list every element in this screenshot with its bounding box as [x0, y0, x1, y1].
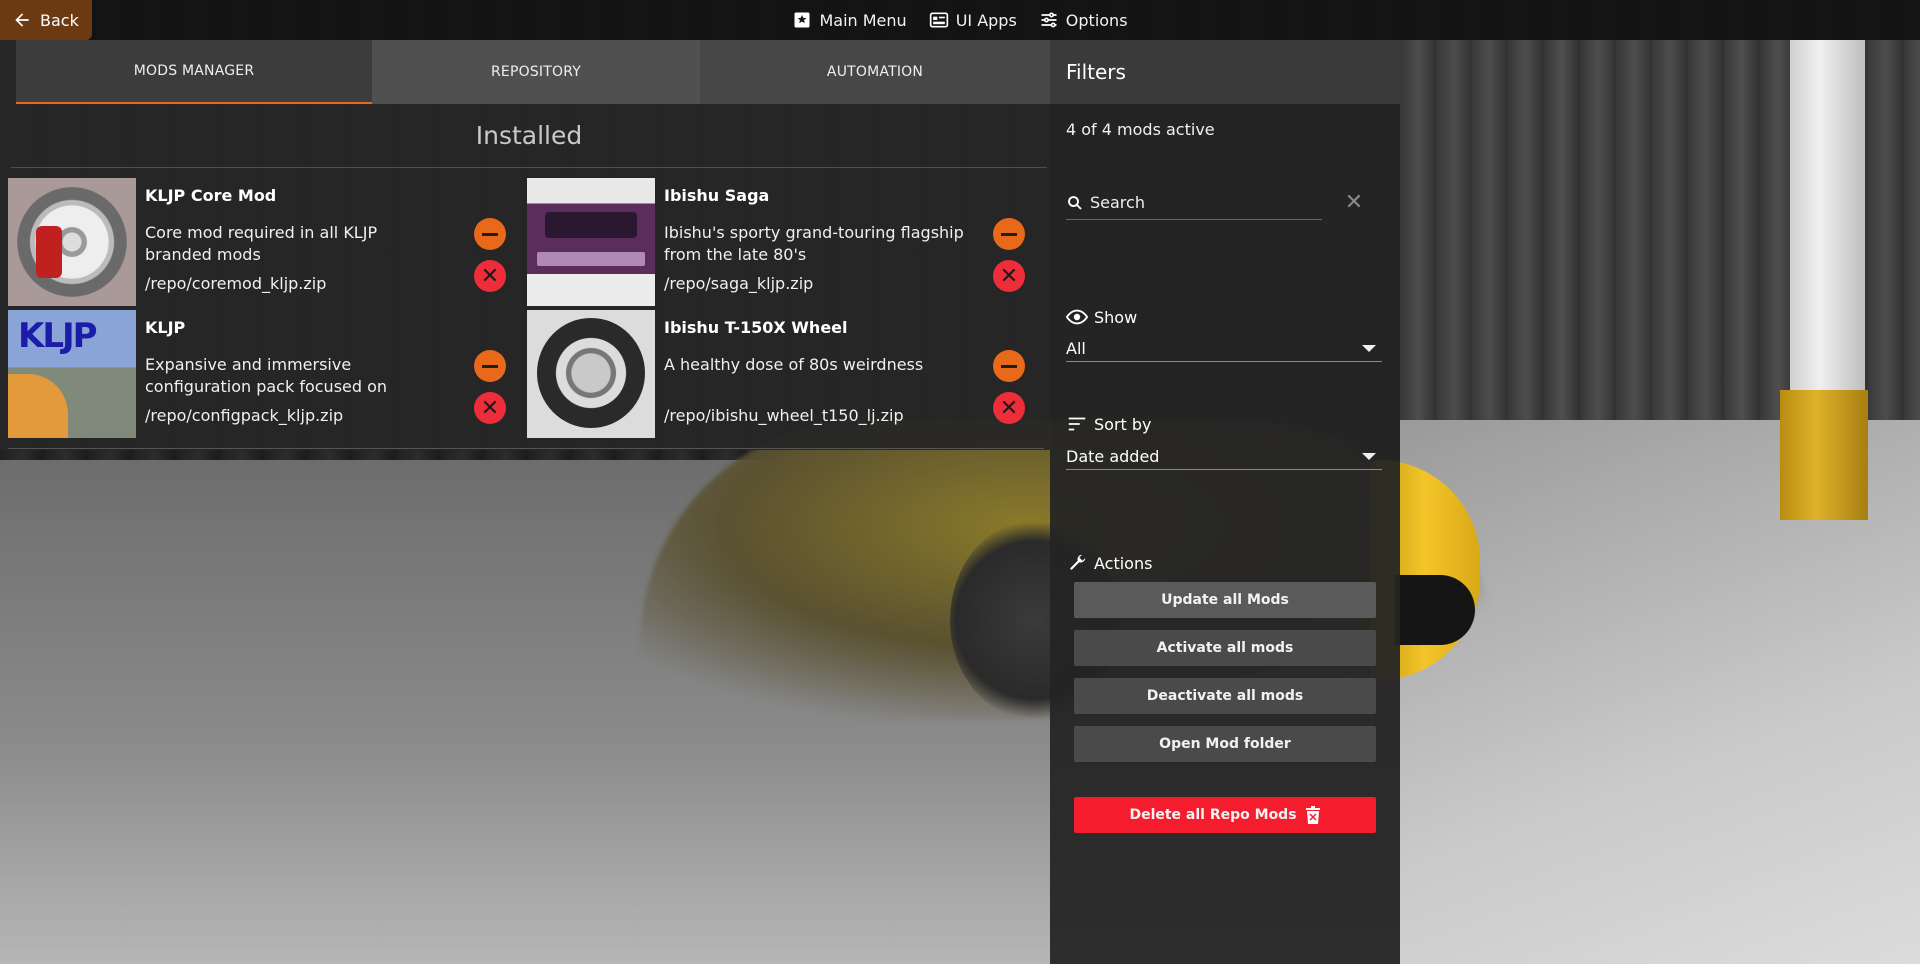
mod-thumbnail: [8, 178, 136, 306]
mod-name: KLJP Core Mod: [145, 186, 277, 205]
tab-mods-manager[interactable]: MODS MANAGER: [16, 40, 372, 104]
mod-thumbnail: [527, 310, 655, 438]
delete-mod-button[interactable]: ✕: [993, 260, 1025, 292]
minus-icon: [482, 364, 498, 368]
delete-mod-button[interactable]: ✕: [474, 392, 506, 424]
mod-description: A healthy dose of 80s weirdness: [664, 355, 924, 374]
filters-title: Filters: [1050, 40, 1400, 104]
delete-mod-button[interactable]: ✕: [474, 260, 506, 292]
eye-icon: [1066, 309, 1088, 325]
sort-label: Sort by: [1066, 413, 1152, 435]
mod-description: Core mod required in all KLJP branded mo…: [145, 223, 378, 264]
mod-info: KLJP Expansive and immersive configurati…: [136, 310, 524, 438]
deactivate-all-mods-button[interactable]: Deactivate all mods: [1074, 678, 1376, 714]
mod-info: KLJP Core Mod Core mod required in all K…: [136, 178, 524, 306]
ui-apps-icon: [929, 12, 948, 28]
options-button[interactable]: Options: [1039, 10, 1128, 30]
close-icon: ✕: [999, 395, 1019, 421]
mods-active-count: 4 of 4 mods active: [1066, 120, 1215, 139]
mod-info: Ibishu T-150X Wheel A healthy dose of 80…: [655, 310, 1043, 438]
deactivate-mod-button[interactable]: [474, 350, 506, 382]
section-title-text: Installed: [11, 104, 1047, 168]
mod-description: Expansive and immersive configuration pa…: [145, 355, 388, 396]
list-divider: [8, 448, 1044, 449]
mod-info: Ibishu Saga Ibishu's sporty grand-tourin…: [655, 178, 1043, 306]
clear-search-button[interactable]: ✕: [1342, 190, 1366, 215]
dropdown-caret-icon: [1362, 345, 1376, 352]
mod-thumbnail: [8, 310, 136, 438]
main-menu-icon: [794, 12, 810, 28]
deactivate-mod-button[interactable]: [993, 218, 1025, 250]
mod-name: KLJP: [145, 318, 186, 337]
search-icon: [1068, 195, 1082, 210]
deactivate-mod-button[interactable]: [993, 350, 1025, 382]
activate-all-mods-button[interactable]: Activate all mods: [1074, 630, 1376, 666]
sort-select[interactable]: Date added: [1066, 444, 1382, 470]
options-sliders-icon: [1041, 12, 1057, 28]
show-select-value: All: [1066, 339, 1086, 358]
trash-icon: [1305, 806, 1320, 824]
mod-card-ibishu-saga[interactable]: Ibishu Saga Ibishu's sporty grand-tourin…: [527, 178, 1043, 306]
actions-label: Actions: [1066, 552, 1152, 574]
minus-icon: [1001, 232, 1017, 236]
back-button[interactable]: Back: [0, 0, 92, 40]
minus-icon: [1001, 364, 1017, 368]
minus-icon: [482, 232, 498, 236]
garage-pillar-base: [1780, 390, 1868, 520]
ui-apps-label: UI Apps: [955, 10, 1017, 30]
delete-all-label: Delete all Repo Mods: [1129, 807, 1297, 823]
wrench-icon: [1070, 554, 1086, 570]
arrow-left-icon: [15, 13, 29, 27]
mods-panel: MODS MANAGER REPOSITORY AUTOMATION Insta…: [0, 40, 1050, 450]
deactivate-mod-button[interactable]: [474, 218, 506, 250]
delete-mod-button[interactable]: ✕: [993, 392, 1025, 424]
dropdown-caret-icon: [1362, 453, 1376, 460]
delete-all-repo-mods-button[interactable]: Delete all Repo Mods: [1074, 797, 1376, 833]
search-input[interactable]: Search: [1066, 186, 1322, 220]
mod-name: Ibishu T-150X Wheel: [664, 318, 848, 337]
mod-card-kljp-core[interactable]: KLJP Core Mod Core mod required in all K…: [8, 178, 524, 306]
main-menu-button[interactable]: Main Menu: [792, 10, 907, 30]
mod-card-kljp[interactable]: KLJP Expansive and immersive configurati…: [8, 310, 524, 438]
tab-bar: MODS MANAGER REPOSITORY AUTOMATION: [0, 40, 1050, 104]
show-select[interactable]: All: [1066, 336, 1382, 362]
car-grill: [1395, 575, 1475, 645]
sort-select-value: Date added: [1066, 447, 1160, 466]
main-menu-label: Main Menu: [819, 10, 907, 30]
sort-label-text: Sort by: [1094, 414, 1152, 434]
sort-icon: [1068, 417, 1086, 431]
mod-path: /repo/coremod_kljp.zip: [145, 274, 327, 293]
back-label: Back: [40, 10, 79, 30]
show-label-text: Show: [1094, 307, 1138, 327]
mod-thumbnail: [527, 178, 655, 306]
options-label: Options: [1065, 10, 1128, 30]
tab-automation[interactable]: AUTOMATION: [700, 40, 1050, 104]
garage-pillar: [1790, 40, 1865, 390]
update-all-mods-button[interactable]: Update all Mods: [1074, 582, 1376, 618]
close-icon: ✕: [480, 395, 500, 421]
mod-path: /repo/ibishu_wheel_t150_lj.zip: [664, 406, 904, 425]
mod-name: Ibishu Saga: [664, 186, 770, 205]
tab-repository[interactable]: REPOSITORY: [372, 40, 700, 104]
search-placeholder: Search: [1090, 193, 1145, 212]
open-mod-folder-button[interactable]: Open Mod folder: [1074, 726, 1376, 762]
mod-path: /repo/saga_kljp.zip: [664, 274, 814, 293]
close-icon: ✕: [999, 263, 1019, 289]
top-bar: Back Main Menu UI Apps Options: [0, 0, 1920, 40]
show-label: Show: [1066, 306, 1137, 328]
ui-apps-button[interactable]: UI Apps: [929, 10, 1017, 30]
mod-description: Ibishu's sporty grand-touring flagship f…: [664, 223, 964, 264]
mod-card-ibishu-wheel[interactable]: Ibishu T-150X Wheel A healthy dose of 80…: [527, 310, 1043, 438]
filters-panel: Filters 4 of 4 mods active Search ✕ Show…: [1050, 40, 1400, 964]
mod-path: /repo/configpack_kljp.zip: [145, 406, 344, 425]
section-title: Installed: [0, 104, 1050, 168]
close-icon: ✕: [480, 263, 500, 289]
actions-label-text: Actions: [1094, 553, 1153, 573]
